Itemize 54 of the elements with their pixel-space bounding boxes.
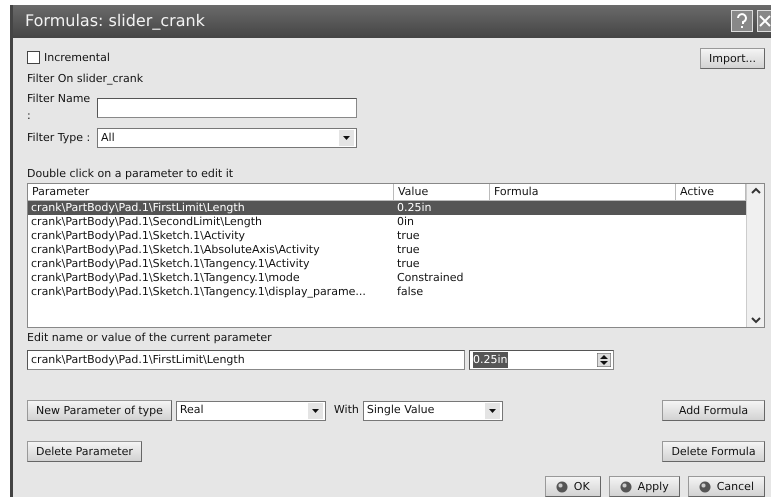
- parameter-type-dropdown[interactable]: Real: [176, 400, 326, 420]
- import-button[interactable]: Import...: [700, 48, 765, 68]
- filter-heading: Filter On slider_crank: [27, 70, 144, 87]
- incremental-label: Incremental: [44, 50, 110, 66]
- scrollbar[interactable]: [746, 184, 764, 326]
- value-kind-dropdown[interactable]: Single Value: [362, 400, 503, 420]
- close-icon[interactable]: [757, 10, 771, 32]
- table-cell-text: crank\PartBody\Pad.1\Sketch.1\AbsoluteAxis\Activity: [30, 242, 321, 256]
- spinner-icon[interactable]: [597, 353, 611, 367]
- dialog-button[interactable]: Apply: [608, 476, 680, 497]
- column-header[interactable]: Value: [394, 184, 490, 200]
- table-row[interactable]: crank\PartBody\Pad.1\Sketch.1\Activity true: [28, 228, 746, 242]
- table-row[interactable]: crank\PartBody\Pad.1\SecondLimit\Length 0in: [28, 214, 746, 228]
- with-label: With: [334, 402, 359, 418]
- table-cell-text: crank\PartBody\Pad.1\Sketch.1\Activity: [30, 228, 246, 242]
- table-cell-text: 0.25in: [396, 200, 433, 214]
- table-cell-text: crank\PartBody\Pad.1\SecondLimit\Length: [30, 214, 264, 228]
- table-hint: Double click on a parameter to edit it: [27, 166, 234, 182]
- help-icon[interactable]: [731, 10, 753, 32]
- dialog-button[interactable]: OK: [544, 476, 601, 497]
- table-row[interactable]: crank\PartBody\Pad.1\Sketch.1\AbsoluteAxis\Activity true: [28, 242, 746, 256]
- column-header[interactable]: Parameter: [28, 184, 394, 200]
- table-cell-text: crank\PartBody\Pad.1\FirstLimit\Length: [30, 200, 246, 214]
- table-row[interactable]: crank\PartBody\Pad.1\FirstLimit\Length 0.25in: [28, 200, 746, 214]
- table-cell-text: true: [396, 228, 421, 242]
- table-row[interactable]: crank\PartBody\Pad.1\Sketch.1\Tangency.1\mode Constrained: [28, 270, 746, 284]
- add-formula-button[interactable]: Add Formula: [662, 400, 765, 421]
- ball-icon: [620, 480, 632, 492]
- table-cell-text: false: [396, 284, 424, 298]
- edit-hint: Edit name or value of the current parameter: [27, 330, 273, 346]
- table-cell-text: true: [396, 242, 421, 256]
- parameter-value-field[interactable]: 0.25in: [469, 350, 614, 370]
- filter-type-dropdown[interactable]: All: [97, 128, 357, 148]
- ball-icon: [698, 480, 711, 492]
- table-cell-text: 0in: [396, 214, 416, 228]
- window-title: Formulas: slider_crank: [25, 10, 205, 32]
- new-parameter-button[interactable]: New Parameter of type: [27, 400, 172, 421]
- table-cell-text: crank\PartBody\Pad.1\Sketch.1\Tangency.1\mode: [30, 270, 301, 284]
- ball-icon: [556, 480, 568, 492]
- delete-parameter-button[interactable]: Delete Parameter: [27, 441, 142, 462]
- delete-formula-button[interactable]: Delete Formula: [662, 441, 765, 462]
- column-header[interactable]: Formula: [490, 184, 676, 200]
- parameter-name-field[interactable]: crank\PartBody\Pad.1\FirstLimit\Length: [27, 350, 465, 370]
- table-row[interactable]: crank\PartBody\Pad.1\Sketch.1\Tangency.1\display_parame... false: [28, 284, 746, 298]
- table-cell-text: crank\PartBody\Pad.1\Sketch.1\Tangency.1\display_parame...: [30, 284, 367, 298]
- filter-name-label: Filter Name :: [27, 91, 92, 124]
- table-cell-text: crank\PartBody\Pad.1\Sketch.1\Tangency.1\Activity: [30, 256, 311, 270]
- table-cell-text: Constrained: [396, 270, 464, 284]
- filter-name-field[interactable]: [97, 98, 357, 118]
- filter-type-label: Filter Type :: [27, 130, 92, 146]
- incremental-checkbox[interactable]: [27, 51, 40, 64]
- table-cell-text: true: [396, 256, 421, 270]
- table-row[interactable]: crank\PartBody\Pad.1\Sketch.1\Tangency.1\Activity true: [28, 256, 746, 270]
- dialog-button[interactable]: Cancel: [688, 476, 765, 497]
